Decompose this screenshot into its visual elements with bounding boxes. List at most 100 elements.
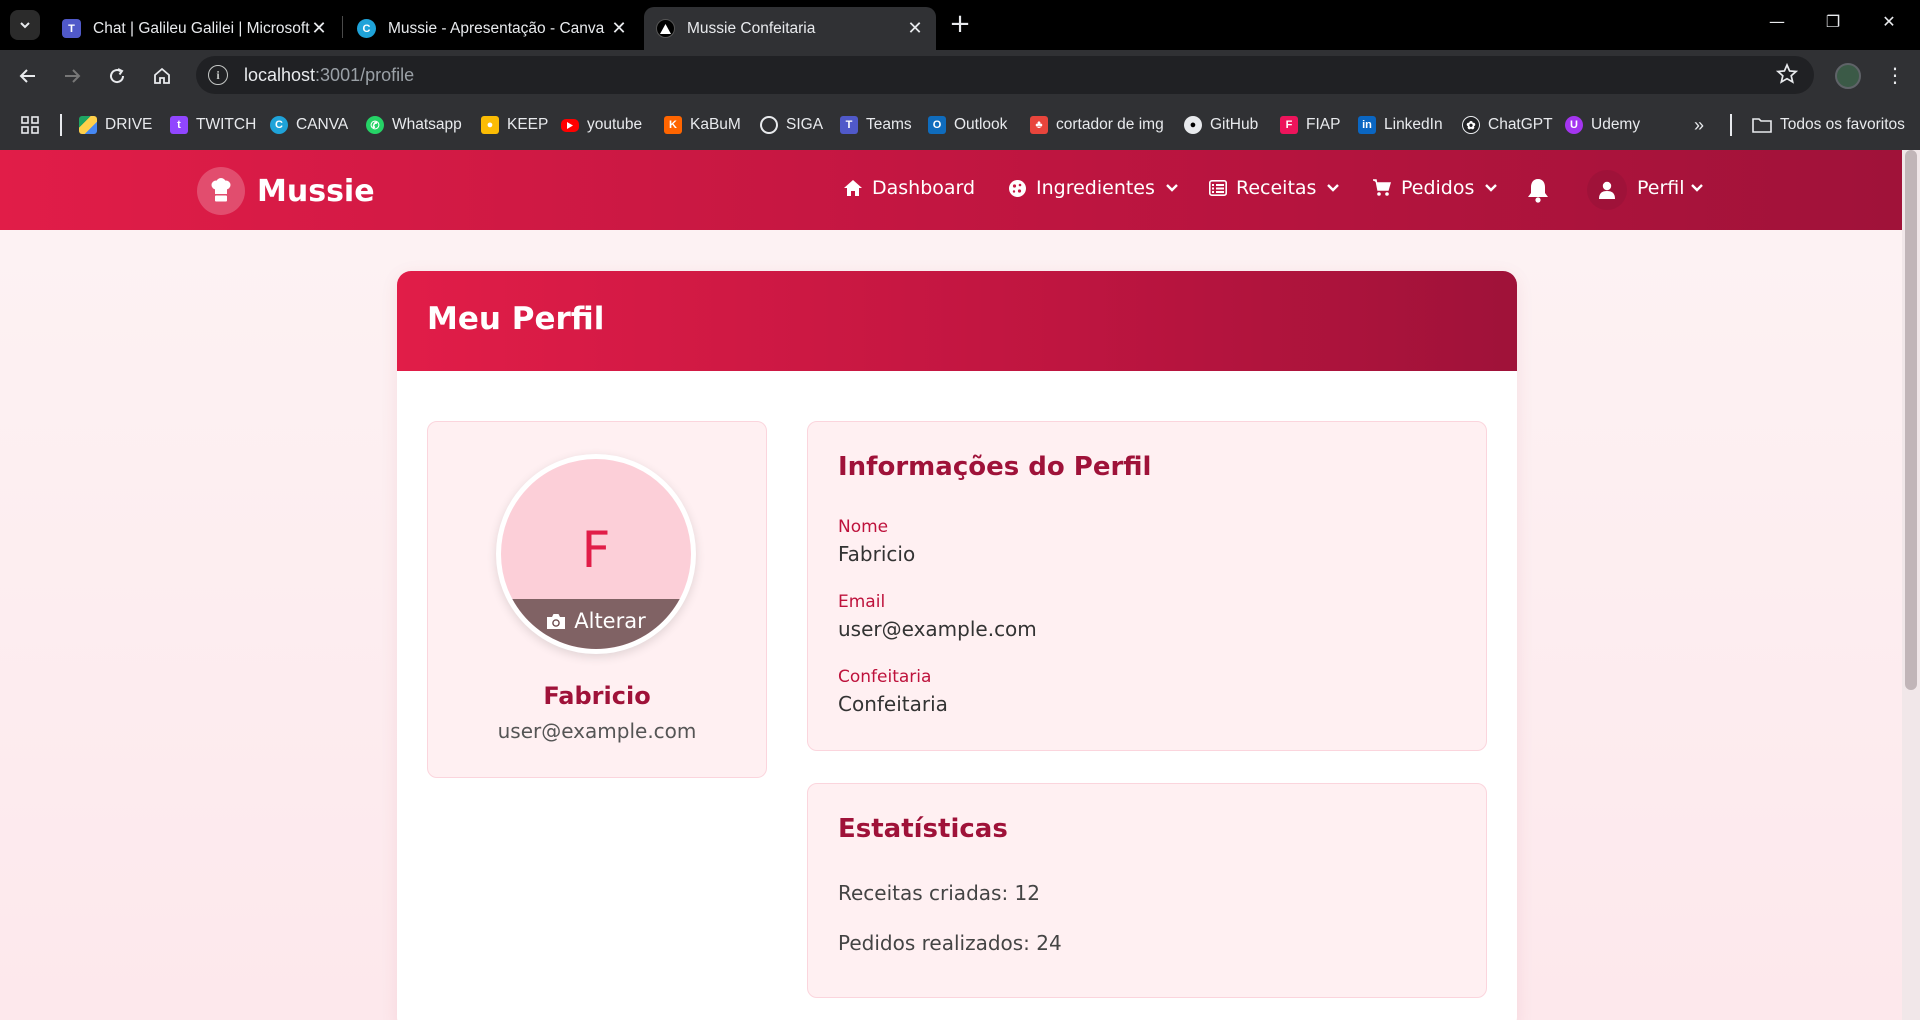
forward-button[interactable] [58, 62, 86, 90]
profile-card: Meu Perfil F Alterar Fabricio user@examp… [397, 271, 1517, 1020]
bookmark-canva[interactable]: C CANVA [270, 113, 348, 137]
change-photo-button[interactable]: Alterar [501, 599, 691, 649]
teams-icon: T [840, 116, 858, 134]
close-icon[interactable]: ✕ [610, 18, 628, 39]
chevron-down-icon [1690, 184, 1703, 192]
stat-pedidos: Pedidos realizados: 24 [838, 931, 1062, 955]
linkedin-icon: in [1358, 116, 1376, 134]
nav-perfil[interactable]: Perfil [1637, 177, 1704, 199]
bookmark-teams[interactable]: T Teams [840, 113, 912, 137]
nav-pedidos[interactable]: Pedidos [1372, 177, 1498, 199]
drive-icon [79, 116, 97, 134]
browser-menu-icon[interactable]: ⋮ [1885, 62, 1905, 88]
chevron-down-icon [1327, 184, 1340, 192]
page-content: Mussie Dashboard Ingredientes Receitas P… [0, 150, 1920, 1020]
profile-name: Fabricio [543, 682, 651, 710]
tab-mussie-active[interactable]: Mussie Confeitaria ✕ [644, 7, 936, 50]
whatsapp-icon: ✆ [366, 116, 384, 134]
stats-title: Estatísticas [838, 814, 1008, 844]
user-icon [1599, 181, 1615, 199]
bookmark-udemy[interactable]: U Udemy [1565, 113, 1640, 137]
bookmarks-bar: DRIVE t TWITCH C CANVA ✆ Whatsapp ● KEEP you… [0, 100, 1920, 150]
field-label-confeitaria: Confeitaria [838, 667, 932, 687]
nav-ingredientes[interactable]: Ingredientes [1008, 177, 1179, 199]
canva-icon: C [270, 116, 288, 134]
reload-button[interactable] [103, 62, 131, 90]
back-button[interactable] [14, 62, 42, 90]
profile-card-header: Meu Perfil [397, 271, 1517, 371]
page-title: Meu Perfil [427, 301, 605, 337]
bookmark-fiap[interactable]: F FIAP [1280, 113, 1340, 137]
reload-icon [110, 68, 125, 84]
field-value-confeitaria: Confeitaria [838, 692, 948, 716]
profile-summary-panel: F Alterar Fabricio user@example.com [427, 421, 767, 778]
bookmark-linkedin[interactable]: in LinkedIn [1358, 113, 1443, 137]
nav-dashboard[interactable]: Dashboard [843, 177, 975, 199]
github-icon: ● [1184, 116, 1202, 134]
globe-icon [760, 116, 778, 134]
home-icon [154, 67, 170, 84]
close-icon[interactable]: ✕ [310, 18, 328, 39]
cookie-icon [1009, 179, 1026, 197]
bookmark-chatgpt[interactable]: ✿ ChatGPT [1462, 113, 1553, 137]
stats-panel: Estatísticas Receitas criadas: 12 Pedido… [807, 783, 1487, 998]
bookmark-star-icon[interactable] [1776, 63, 1798, 85]
chef-hat-icon [197, 167, 245, 215]
udemy-icon: U [1565, 116, 1583, 134]
close-window-button[interactable]: ✕ [1876, 12, 1902, 31]
bookmark-siga[interactable]: SIGA [760, 113, 823, 137]
tab-teams[interactable]: T Chat | Galileu Galilei | Microsoft Tea… [50, 7, 340, 50]
profile-avatar: F Alterar [496, 454, 696, 654]
bookmark-kabum[interactable]: K KaBuM [664, 113, 741, 137]
bookmark-twitch[interactable]: t TWITCH [170, 113, 256, 137]
apps-grid-icon [21, 116, 39, 134]
profile-email: user@example.com [497, 719, 697, 743]
tab-search-button[interactable] [10, 10, 40, 40]
bell-icon [1528, 179, 1548, 203]
brand-link[interactable]: Mussie [197, 167, 375, 215]
bookmark-keep[interactable]: ● KEEP [481, 113, 548, 137]
scrollbar-thumb[interactable] [1905, 150, 1917, 690]
restore-button[interactable]: ❐ [1820, 12, 1846, 31]
profile-info-panel: Informações do Perfil Nome Fabricio Emai… [807, 421, 1487, 751]
site-info-icon[interactable]: i [208, 65, 228, 85]
kabum-icon: K [664, 116, 682, 134]
arrow-right-icon [65, 69, 81, 83]
fiap-icon: F [1280, 116, 1298, 134]
folder-icon [1752, 118, 1772, 133]
home-button[interactable] [148, 62, 176, 90]
browser-profile-avatar[interactable] [1835, 63, 1861, 89]
youtube-icon [561, 118, 579, 132]
stat-receitas: Receitas criadas: 12 [838, 881, 1040, 905]
more-bookmarks-button[interactable]: » [1694, 113, 1704, 137]
chevron-down-icon [1485, 184, 1498, 192]
apps-grid-button[interactable] [20, 113, 40, 137]
bookmark-drive[interactable]: DRIVE [79, 113, 152, 137]
brand-name: Mussie [257, 173, 375, 209]
chevron-down-icon [20, 22, 30, 29]
user-avatar[interactable] [1587, 170, 1627, 210]
bookmark-cortador[interactable]: ♣ cortador de img [1030, 113, 1164, 137]
browser-toolbar: i localhost:3001/profile ⋮ [0, 50, 1920, 100]
all-bookmarks-folder[interactable]: Todos os favoritos [1752, 113, 1905, 137]
browser-tab-bar: T Chat | Galileu Galilei | Microsoft Tea… [0, 0, 1920, 50]
url-text: localhost:3001/profile [244, 64, 415, 85]
field-value-nome: Fabricio [838, 542, 916, 566]
vercel-icon [656, 19, 675, 38]
minimize-button[interactable]: — [1764, 12, 1790, 31]
new-tab-button[interactable]: + [946, 11, 974, 39]
bookmark-whatsapp[interactable]: ✆ Whatsapp [366, 113, 462, 137]
camera-icon [547, 614, 566, 629]
bookmark-github[interactable]: ● GitHub [1184, 113, 1258, 137]
address-bar[interactable]: i localhost:3001/profile [196, 56, 1814, 94]
tree-icon: ♣ [1030, 116, 1048, 134]
close-icon[interactable]: ✕ [906, 18, 924, 39]
nav-receitas[interactable]: Receitas [1209, 177, 1340, 199]
home-icon [844, 180, 862, 196]
tab-canva[interactable]: C Mussie - Apresentação - Canva ✕ [345, 7, 640, 50]
bookmark-separator [1730, 114, 1732, 136]
bookmark-outlook[interactable]: O Outlook [928, 113, 1007, 137]
bookmark-youtube[interactable]: youtube [561, 113, 642, 137]
notifications-button[interactable] [1526, 177, 1550, 207]
chevron-down-icon [1166, 184, 1178, 192]
